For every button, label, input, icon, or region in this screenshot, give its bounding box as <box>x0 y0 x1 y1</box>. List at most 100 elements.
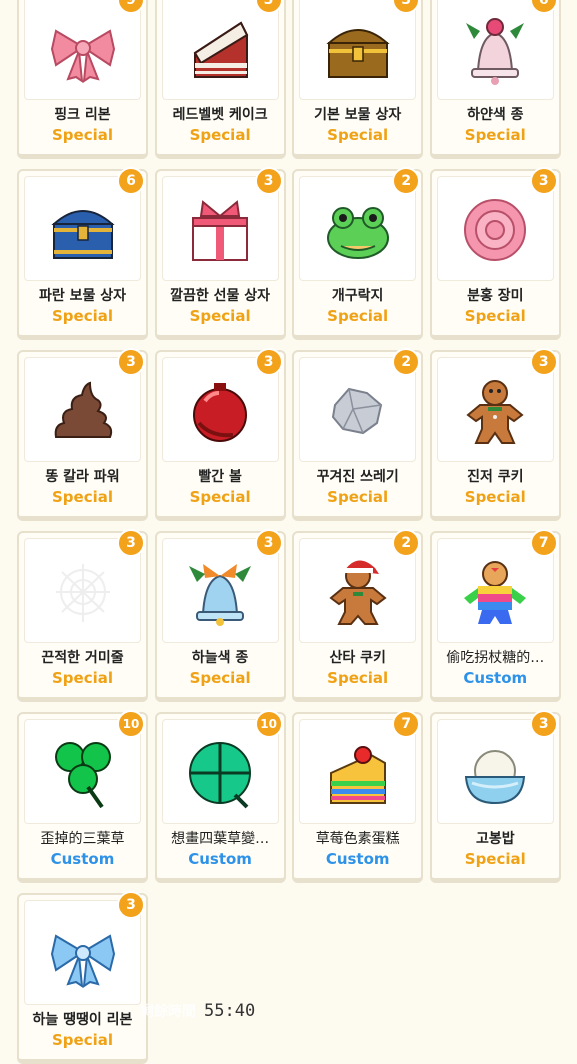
item-type-label: Special <box>51 307 113 325</box>
item-name: 고봉밥 <box>475 831 515 847</box>
count-badge: 3 <box>117 529 145 557</box>
count-badge: 10 <box>254 710 283 738</box>
pink-rose-icon <box>464 198 527 261</box>
item-type-label: Custom <box>463 669 528 687</box>
item-card[interactable]: 10 歪掉的三葉草 Custom <box>17 710 148 883</box>
gift-box-icon <box>192 199 249 261</box>
item-type-label: Special <box>51 126 113 144</box>
sky-bell-icon <box>189 563 252 626</box>
poop-icon <box>54 381 112 438</box>
count-badge: 7 <box>529 529 558 557</box>
red-ornament-icon <box>193 382 248 442</box>
item-card[interactable]: 2 개구락지 Special <box>292 167 424 340</box>
item-thumbnail <box>24 0 141 100</box>
item-card[interactable]: 3 고봉밥 Special <box>429 710 561 883</box>
item-card[interactable]: 2 꾸겨진 쓰레기 Special <box>292 348 424 521</box>
item-card[interactable]: 3 레드벨벳 케이크 Special <box>154 0 286 159</box>
white-bell-icon <box>466 17 525 85</box>
item-card[interactable]: 3 끈적한 거미줄 Special <box>17 529 148 702</box>
item-card[interactable]: 7 偷吃拐杖糖的… Custom <box>429 529 561 702</box>
item-name: 기본 보물 상자 <box>314 107 402 123</box>
item-type-label: Special <box>189 307 251 325</box>
item-name: 진저 쿠키 <box>467 469 524 485</box>
item-card[interactable]: 3 기본 보물 상자 Special <box>292 0 424 159</box>
crumpled-paper-icon <box>331 387 382 434</box>
item-type-label: Special <box>51 669 113 687</box>
count-badge: 2 <box>392 529 421 557</box>
item-card[interactable]: 3 깔끔한 선물 상자 Special <box>154 167 286 340</box>
rice-bowl-icon <box>465 749 526 804</box>
timer: 剩餘時間 55:40 <box>140 1000 255 1022</box>
count-badge: 3 <box>117 891 145 919</box>
item-type-label: Special <box>464 126 526 144</box>
count-badge: 3 <box>254 348 283 376</box>
item-type-label: Special <box>327 669 389 687</box>
count-badge: 7 <box>392 710 421 738</box>
item-name: 산타 쿠키 <box>329 650 386 666</box>
item-name: 똥 칼라 파워 <box>45 469 120 485</box>
item-card[interactable]: 3 똥 칼라 파워 Special <box>17 348 148 521</box>
item-card[interactable]: 7 草莓色素蛋糕 Custom <box>292 710 424 883</box>
count-badge: 3 <box>117 348 145 376</box>
count-badge: 6 <box>117 167 145 195</box>
item-card[interactable]: 2 산타 쿠키 Special <box>292 529 424 702</box>
count-badge: 3 <box>529 167 558 195</box>
item-type-label: Special <box>189 488 251 506</box>
item-grid: 9 핑크 리본 Special 3 레드벨벳 케이크 Special 3 기본 보물 상자 Sp… <box>17 0 561 1064</box>
item-type-label: Special <box>327 488 389 506</box>
item-name: 꾸겨진 쓰레기 <box>316 469 399 485</box>
item-type-label: Special <box>51 488 113 506</box>
item-type-label: Special <box>327 307 389 325</box>
item-name: 想畫四葉草變… <box>171 831 270 847</box>
item-thumbnail <box>161 0 279 100</box>
count-badge: 3 <box>254 529 283 557</box>
item-type-label: Special <box>189 126 251 144</box>
item-card[interactable]: 10 想畫四葉草變… Custom <box>154 710 286 883</box>
item-name: 끈적한 거미줄 <box>41 650 124 666</box>
red-velvet-cake-icon <box>193 21 249 78</box>
item-type-label: Custom <box>325 850 390 868</box>
item-card[interactable]: 6 하얀색 종 Special <box>429 0 561 159</box>
item-card[interactable]: 6 파란 보물 상자 Special <box>17 167 148 340</box>
item-type-label: Special <box>327 126 389 144</box>
timer-label: 剩餘時間 <box>140 1004 196 1020</box>
rainbow-gingerbread-icon <box>464 560 527 624</box>
item-type-label: Special <box>464 850 526 868</box>
gingerbread-icon <box>466 379 524 444</box>
item-type-label: Custom <box>188 850 252 868</box>
item-type-label: Custom <box>50 850 115 868</box>
santa-cookie-icon <box>329 559 387 625</box>
item-type-label: Special <box>464 307 526 325</box>
four-leaf-clover-icon <box>189 741 252 808</box>
count-badge: 3 <box>529 710 558 738</box>
count-badge: 2 <box>392 167 421 195</box>
frog-icon <box>326 206 389 259</box>
pink-ribbon-icon <box>50 28 115 83</box>
item-name: 草莓色素蛋糕 <box>315 831 400 847</box>
clover-icon <box>54 741 111 808</box>
blue-treasure-chest-icon <box>50 209 115 259</box>
item-name: 하얀색 종 <box>467 107 524 123</box>
item-card[interactable]: 9 핑크 리본 Special <box>17 0 148 159</box>
item-card[interactable]: 3 빨간 볼 Special <box>154 348 286 521</box>
item-type-label: Special <box>51 1031 113 1049</box>
item-card[interactable]: 3 진저 쿠키 Special <box>429 348 561 521</box>
timer-value: 55:40 <box>204 1001 256 1021</box>
item-name: 파란 보물 상자 <box>38 288 127 304</box>
item-name: 개구락지 <box>331 288 384 304</box>
item-card[interactable]: 3 분홍 장미 Special <box>429 167 561 340</box>
count-badge: 10 <box>117 710 145 738</box>
item-card[interactable]: 3 하늘색 종 Special <box>154 529 286 702</box>
item-thumbnail <box>299 0 417 100</box>
treasure-chest-icon <box>326 28 390 78</box>
item-card[interactable]: 3 하늘 땡땡이 리본 Special <box>17 891 148 1064</box>
item-name: 분홍 장미 <box>467 288 524 304</box>
count-badge: 2 <box>392 348 421 376</box>
item-name: 偷吃拐杖糖的… <box>446 650 545 666</box>
item-type-label: Special <box>189 669 251 687</box>
strawberry-cake-icon <box>329 745 386 804</box>
item-name: 빨간 볼 <box>198 469 242 485</box>
item-name: 레드벨벳 케이크 <box>172 107 268 123</box>
item-name: 歪掉的三葉草 <box>40 831 125 847</box>
count-badge: 3 <box>529 348 558 376</box>
